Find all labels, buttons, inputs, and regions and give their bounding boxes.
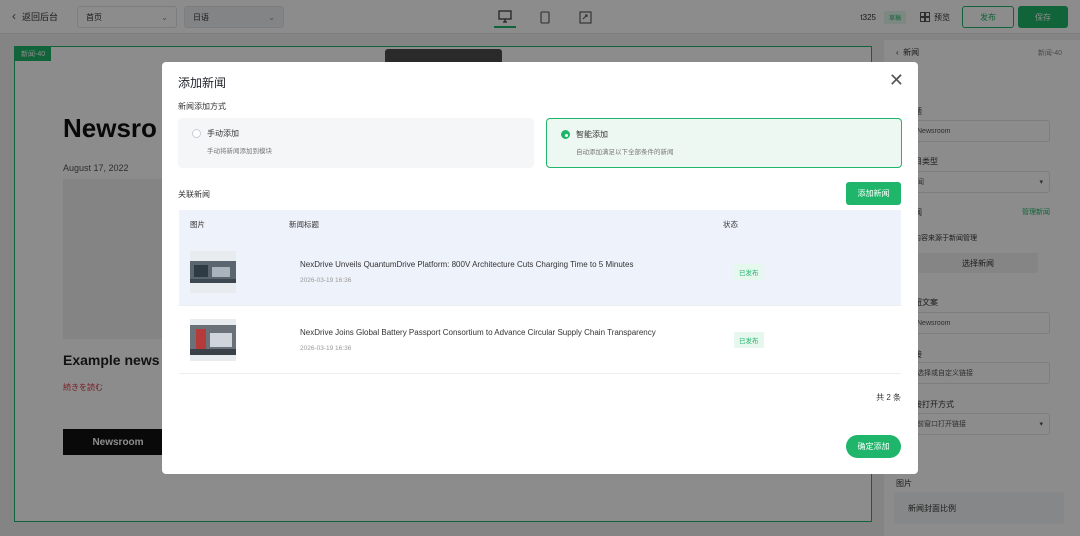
news-thumbnail (190, 318, 236, 361)
news-title: NexDrive Unveils QuantumDrive Platform: … (300, 259, 634, 269)
option-smart-title: 智能添加 (576, 130, 608, 139)
option-manual-desc: 手动将新闻添加到模块 (207, 148, 272, 155)
radio-manual[interactable] (192, 129, 201, 138)
option-smart-add[interactable]: 智能添加 自动添加满足以下全部条件的新闻 (546, 118, 902, 168)
status-badge: 已发布 (734, 331, 764, 348)
close-icon[interactable]: ✕ (889, 71, 904, 89)
news-date: 2026-03-19 16:36 (300, 344, 352, 352)
news-thumbnail (190, 250, 236, 293)
column-header-image: 图片 (190, 219, 205, 229)
column-header-status: 状态 (723, 219, 738, 229)
add-method-label: 新闻添加方式 (178, 102, 226, 111)
radio-smart[interactable] (561, 130, 570, 139)
option-manual-title: 手动添加 (207, 129, 239, 138)
option-smart-desc: 自动添加满足以下全部条件的新闻 (576, 149, 674, 156)
news-title: NexDrive Joins Global Battery Passport C… (300, 327, 656, 337)
table-row[interactable]: NexDrive Unveils QuantumDrive Platform: … (179, 238, 901, 306)
option-manual-add[interactable]: 手动添加 手动将新闻添加到模块 (178, 118, 534, 168)
dialog-title: 添加新闻 (178, 76, 227, 90)
news-table: 图片 新闻标题 状态 NexDrive Unveils QuantumDrive… (179, 210, 901, 374)
add-news-button[interactable]: 添加新闻 (846, 182, 901, 205)
related-news-label: 关联新闻 (178, 190, 210, 199)
add-news-dialog: 添加新闻 ✕ 新闻添加方式 手动添加 手动将新闻添加到模块 智能添加 自动添加满… (162, 62, 918, 474)
confirm-add-button[interactable]: 确定添加 (846, 435, 901, 458)
table-row[interactable]: NexDrive Joins Global Battery Passport C… (179, 306, 901, 374)
table-header: 图片 新闻标题 状态 (179, 210, 901, 238)
column-header-title: 新闻标题 (289, 219, 319, 229)
total-count: 共 2 条 (876, 393, 901, 402)
status-badge: 已发布 (734, 263, 764, 280)
news-date: 2026-03-19 16:36 (300, 276, 352, 284)
